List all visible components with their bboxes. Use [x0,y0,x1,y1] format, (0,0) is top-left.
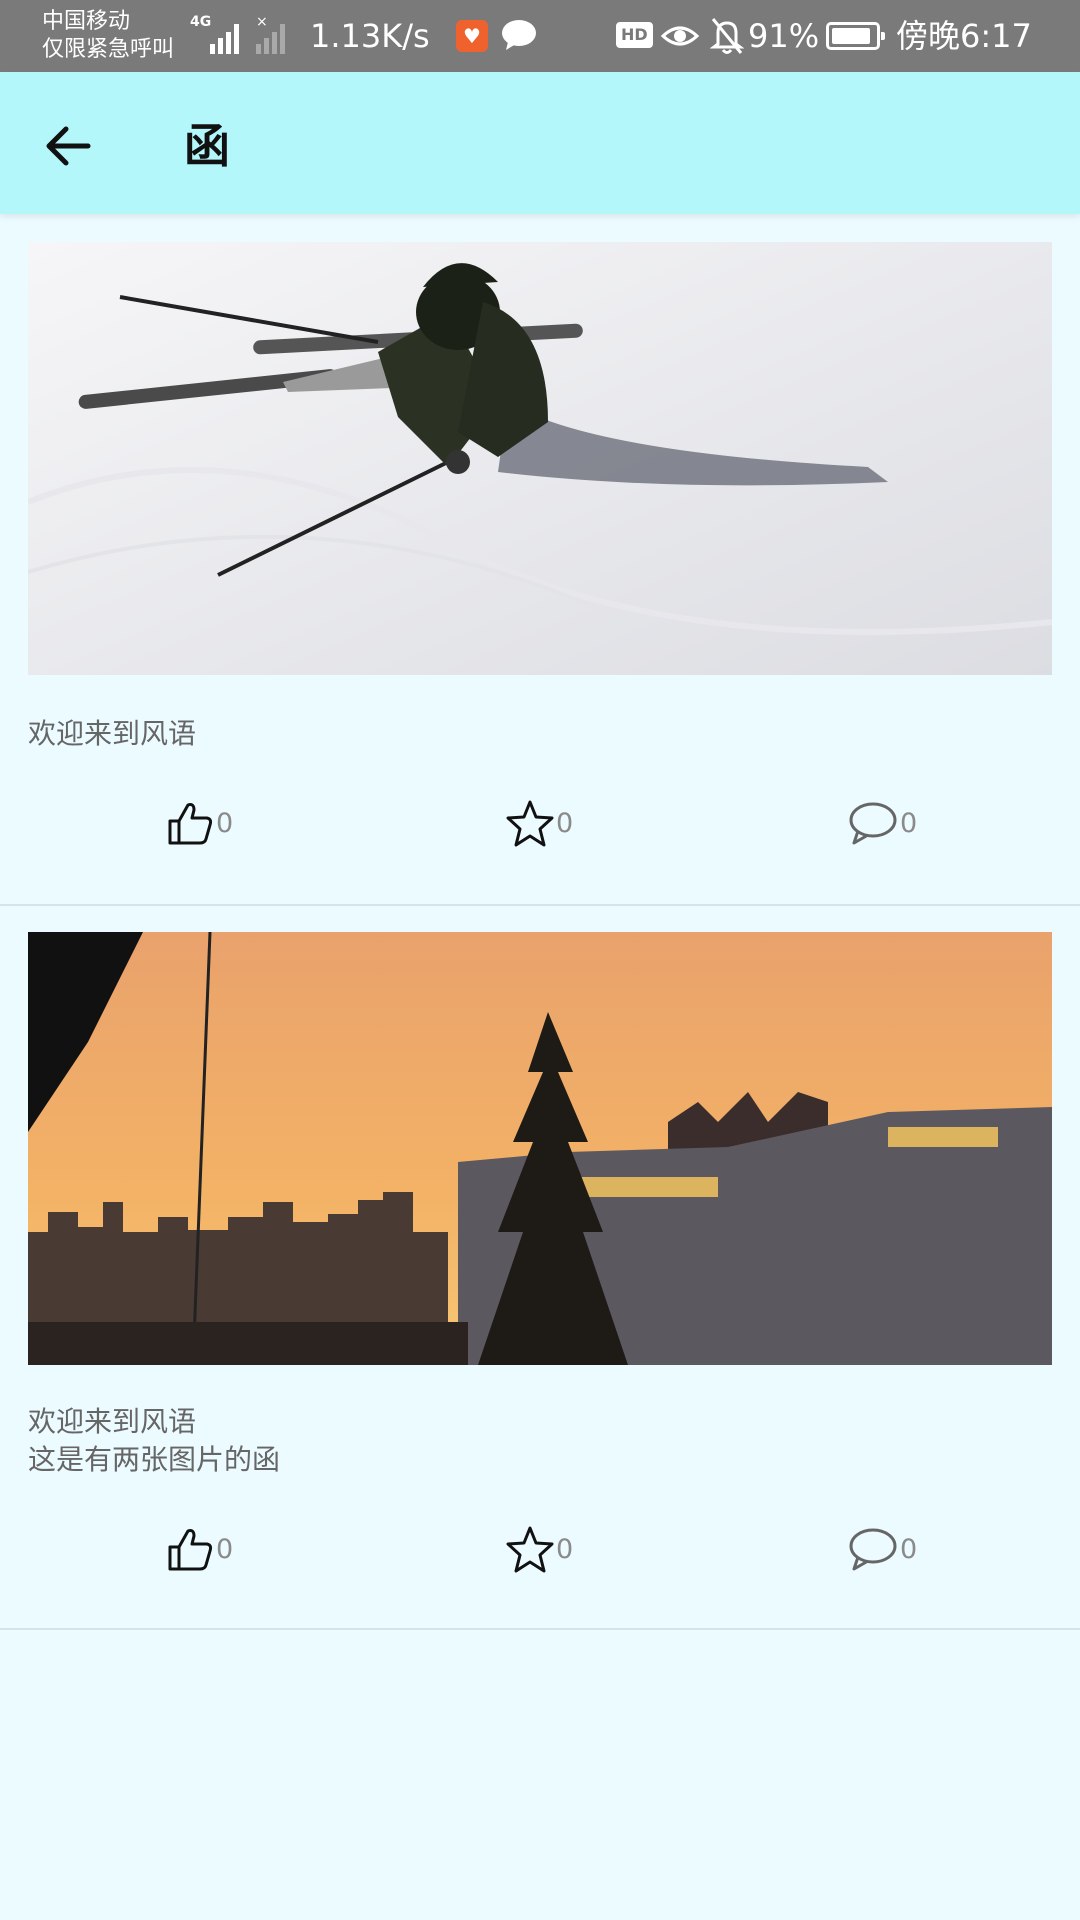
signal-off-icon: × [256,14,285,54]
comment-count: 0 [900,808,918,839]
comment-count: 0 [900,1534,918,1565]
post-text-line: 欢迎来到风语 [28,1405,197,1438]
carrier-info: 中国移动 仅限紧急呼叫 [42,8,174,64]
network-speed: 1.13K/s [310,17,430,55]
post-text: 欢迎来到风语 [28,715,1080,753]
app-notification-icon: ♥ [456,20,488,52]
star-icon [506,1526,554,1573]
battery-icon [826,22,885,50]
clock: 傍晚6:17 [896,17,1032,55]
comment-icon [849,1528,897,1571]
eye-icon [660,26,700,46]
favorite-count: 0 [556,808,574,839]
favorite-button[interactable]: 0 [506,1519,573,1573]
page-title: 函 [184,119,230,173]
post-actions: 0 0 0 [0,1505,1080,1595]
network-type: 4G [190,14,212,30]
battery-percent: 91% [748,17,820,55]
post-card: 欢迎来到风语 0 0 0 [0,242,1080,906]
sunset-photo[interactable] [28,932,1052,1365]
post-text-line: 这是有两张图片的函 [28,1443,281,1476]
like-button[interactable]: 0 [166,793,233,847]
status-bar: 中国移动 仅限紧急呼叫 4G × 1.13K/s ♥ HD 91% 傍晚6:17 [0,0,1080,72]
favorite-count: 0 [556,1534,574,1565]
post-actions: 0 0 0 [0,779,1080,869]
comment-icon [849,802,897,845]
star-icon [506,800,554,847]
back-button[interactable] [28,106,108,186]
like-count: 0 [216,1534,234,1565]
like-count: 0 [216,808,234,839]
post-feed: 欢迎来到风语 0 0 0 欢迎来到风语 这是有两张图片的函 0 0 0 [0,214,1080,1630]
ski-photo[interactable] [28,242,1052,675]
app-bar: 函 [0,72,1080,214]
bell-off-icon [710,18,744,54]
chat-icon [502,20,536,50]
like-button[interactable]: 0 [166,1519,233,1573]
post-text: 欢迎来到风语 这是有两张图片的函 [28,1403,1080,1479]
comment-button[interactable]: 0 [846,793,917,847]
signal-icon [210,20,239,54]
thumbs-up-icon [168,1529,213,1571]
thumbs-up-icon [168,803,213,845]
carrier-name: 中国移动 [42,9,131,34]
post-text-line: 欢迎来到风语 [28,717,197,750]
hd-badge: HD [616,22,653,48]
arrow-left-icon [46,126,91,166]
comment-button[interactable]: 0 [846,1519,917,1573]
post-card: 欢迎来到风语 这是有两张图片的函 0 0 0 [0,932,1080,1630]
carrier-status: 仅限紧急呼叫 [42,37,175,62]
favorite-button[interactable]: 0 [506,793,573,847]
